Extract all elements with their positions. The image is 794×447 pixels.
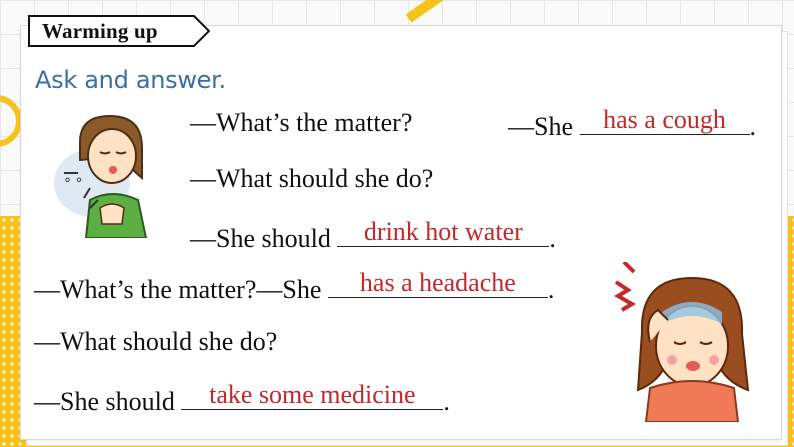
- dialogue-line-1-answer: —She has a cough.: [508, 105, 757, 142]
- dialogue-line-2: —What should she do?: [190, 164, 433, 194]
- answer-blank: take some medicine: [181, 380, 444, 410]
- question-text: —What’s the matter?: [190, 108, 413, 137]
- period: .: [443, 387, 450, 416]
- title-tab: Warming up: [28, 15, 210, 47]
- headache-girl-illustration: [614, 262, 750, 422]
- answer-text: drink hot water: [363, 217, 523, 246]
- answer-text: take some medicine: [209, 380, 416, 409]
- question-text: —What should she do?: [34, 327, 278, 356]
- dialogue-line-3: —She should drink hot water.: [190, 217, 556, 254]
- period: .: [549, 224, 556, 253]
- answer-text: has a cough: [603, 105, 726, 134]
- answer-prefix: —She should: [34, 387, 175, 416]
- subtitle: Ask and answer.: [35, 66, 226, 94]
- coughing-woman-illustration: ° °: [54, 114, 148, 238]
- answer-text: has a headache: [359, 268, 516, 297]
- period: .: [749, 112, 757, 141]
- answer-prefix: —What’s the matter?—She: [34, 275, 322, 304]
- dialogue-line-4: —What’s the matter?—She has a headache.: [34, 268, 555, 305]
- period: .: [547, 275, 555, 304]
- answer-blank: drink hot water: [337, 217, 550, 247]
- answer-prefix: —She: [508, 112, 573, 141]
- answer-blank: has a cough: [579, 105, 750, 135]
- title-tab-label: Warming up: [42, 19, 158, 43]
- dialogue-line-6: —She should take some medicine.: [34, 380, 450, 417]
- answer-prefix: —She should: [190, 224, 331, 253]
- question-text: —What should she do?: [190, 164, 434, 193]
- dialogue-line-1: —What’s the matter?: [190, 108, 412, 138]
- svg-text:° °: ° °: [64, 176, 82, 192]
- answer-blank: has a headache: [327, 268, 548, 298]
- dialogue-line-5: —What should she do?: [34, 327, 277, 357]
